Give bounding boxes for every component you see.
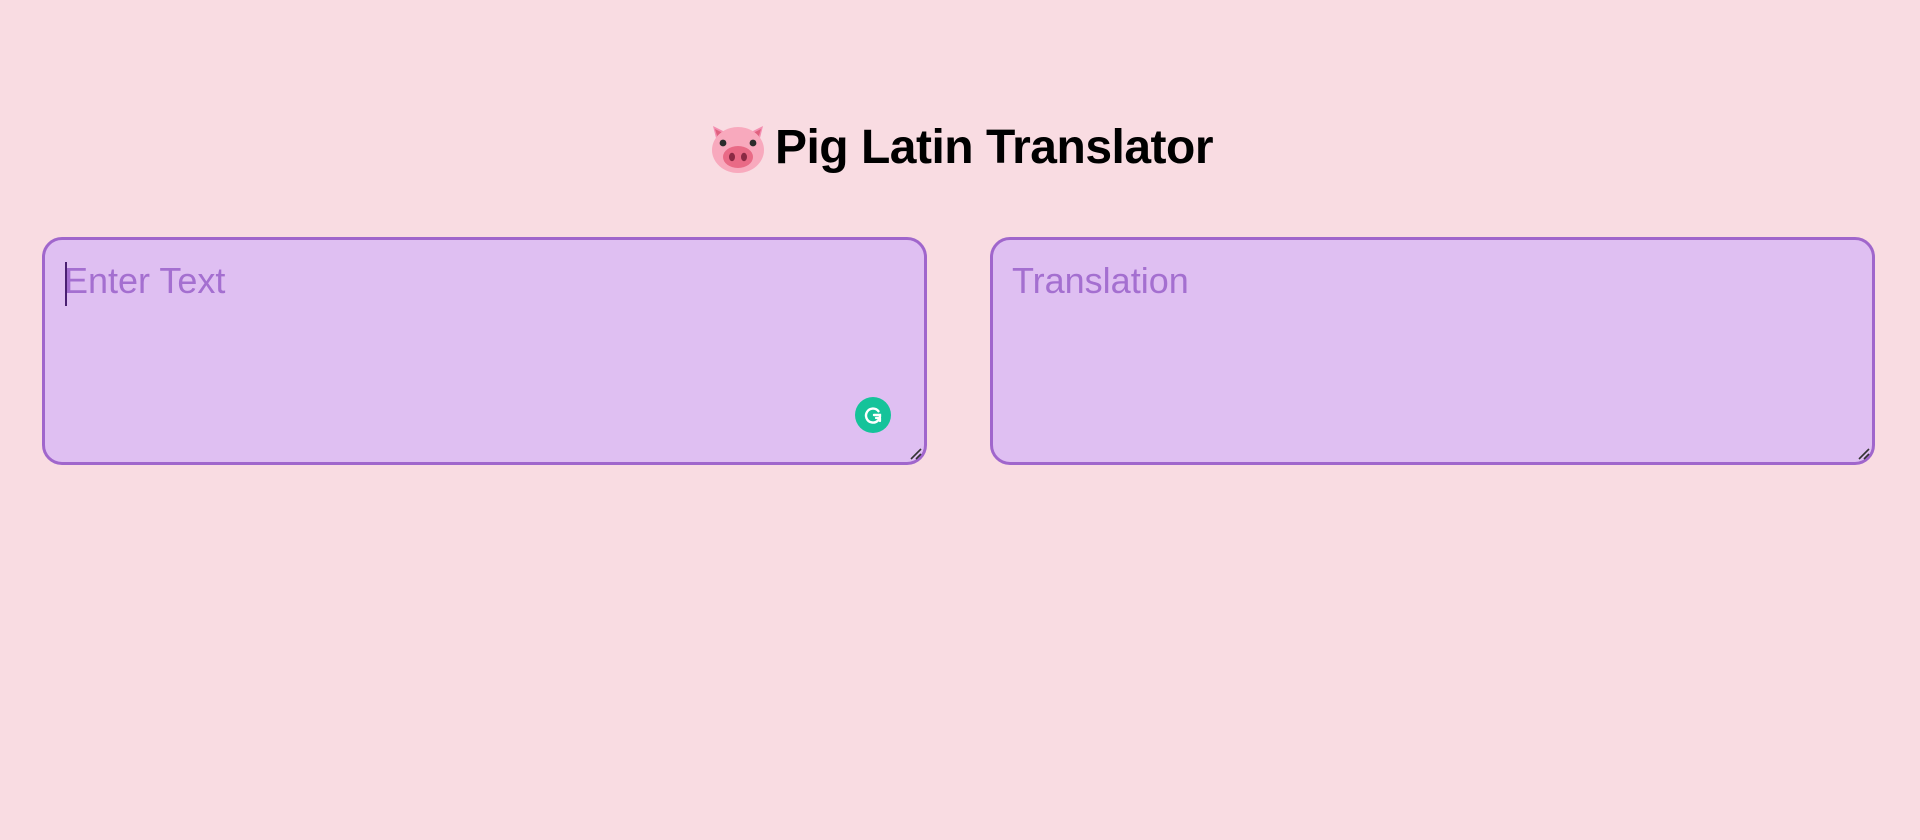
enter-text-input[interactable] [45,240,924,462]
pig-face-icon [707,116,769,178]
resize-handle-icon[interactable] [908,446,922,460]
page-title: Pig Latin Translator [774,120,1214,174]
text-caret [65,262,67,306]
input-box [42,237,927,465]
title-row: Pig Latin Translator [0,112,1920,182]
translation-output[interactable] [993,240,1872,462]
page: Pig Latin Translator [0,0,1920,840]
output-box [990,237,1875,465]
resize-handle-icon[interactable] [1856,446,1870,460]
grammarly-icon[interactable] [855,397,891,433]
